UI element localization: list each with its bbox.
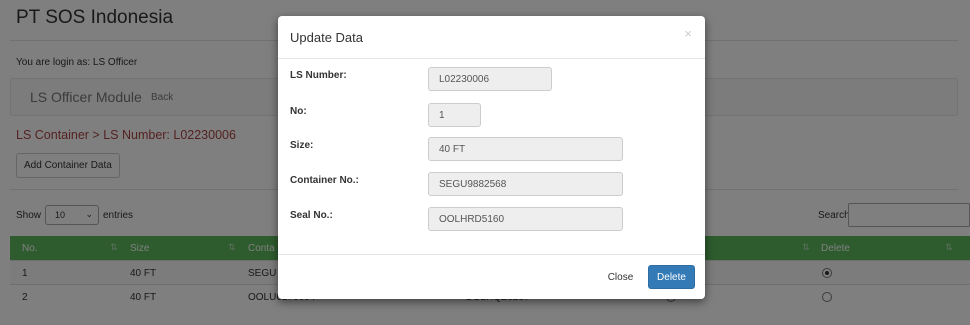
close-icon[interactable]: × [684,26,692,41]
ls-number-label: LS Number: [290,70,347,81]
container-no-field[interactable]: SEGU9882568 [428,172,623,196]
no-label: No: [290,106,307,117]
seal-no-field[interactable]: OOLHRD5160 [428,207,623,231]
divider [278,58,705,59]
modal-title: Update Data [290,30,363,45]
seal-no-label: Seal No.: [290,210,333,221]
size-field[interactable]: 40 FT [428,137,623,161]
size-label: Size: [290,140,314,151]
update-data-modal: Update Data × LS Number: L02230006 No: 1… [278,16,705,299]
container-no-label: Container No.: [290,175,359,186]
ls-number-field[interactable]: L02230006 [428,67,552,91]
no-field[interactable]: 1 [428,103,481,127]
close-button[interactable]: Close [598,265,643,289]
divider [278,254,705,255]
delete-button[interactable]: Delete [648,265,695,289]
